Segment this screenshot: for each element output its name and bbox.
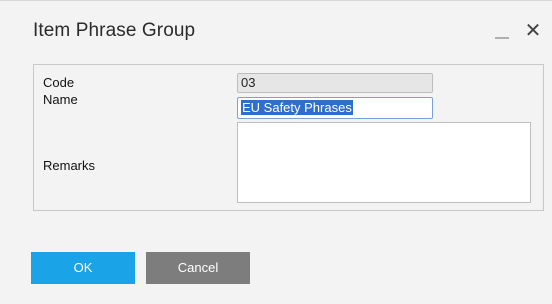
- dialog-window: Item Phrase Group ✕ Code 03 Name EU Safe…: [0, 0, 552, 304]
- code-label: Code: [43, 75, 75, 90]
- ok-button[interactable]: OK: [31, 252, 135, 284]
- dialog-title: Item Phrase Group: [33, 20, 196, 41]
- remarks-textarea[interactable]: [237, 122, 531, 203]
- name-field[interactable]: EU Safety Phrases: [237, 97, 433, 119]
- name-label: Name: [43, 92, 78, 107]
- name-field-selected-text: EU Safety Phrases: [241, 100, 353, 115]
- cancel-button[interactable]: Cancel: [146, 252, 250, 284]
- form-panel: Code 03 Name EU Safety Phrases Remarks: [33, 64, 544, 211]
- close-icon[interactable]: ✕: [524, 21, 542, 41]
- minimize-icon[interactable]: [495, 37, 509, 39]
- code-field[interactable]: 03: [237, 73, 433, 93]
- remarks-label: Remarks: [43, 158, 96, 173]
